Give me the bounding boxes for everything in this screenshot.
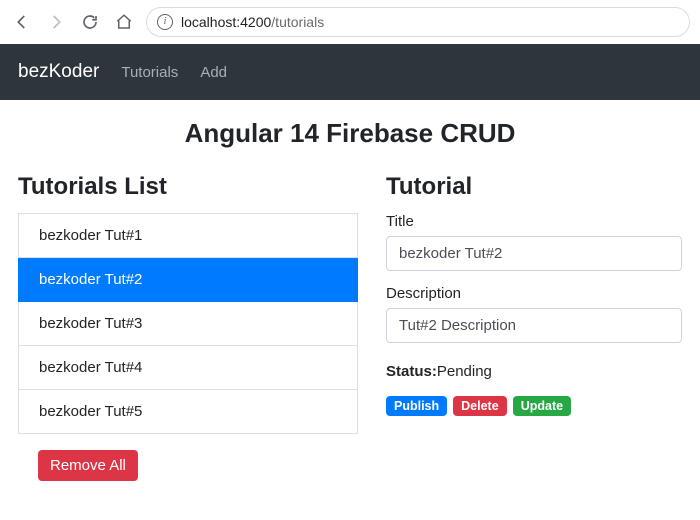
description-input[interactable] bbox=[386, 308, 682, 343]
remove-all-button[interactable]: Remove All bbox=[38, 450, 138, 481]
update-button[interactable]: Update bbox=[513, 396, 571, 416]
list-item[interactable]: bezkoder Tut#4 bbox=[18, 346, 358, 390]
url-host: localhost:4200 bbox=[181, 14, 271, 30]
list-item[interactable]: bezkoder Tut#2 bbox=[18, 258, 358, 302]
reload-button[interactable] bbox=[78, 10, 102, 34]
site-info-icon[interactable]: i bbox=[157, 14, 173, 30]
back-button[interactable] bbox=[10, 10, 34, 34]
status-value: Pending bbox=[437, 363, 492, 380]
url-text: localhost:4200/tutorials bbox=[181, 14, 324, 30]
tutorial-detail-section: Tutorial Title Description Status:Pendin… bbox=[386, 173, 682, 481]
tutorials-list-section: Tutorials List bezkoder Tut#1 bezkoder T… bbox=[18, 173, 358, 481]
nav-link-add[interactable]: Add bbox=[200, 64, 227, 81]
action-buttons: Publish Delete Update bbox=[386, 396, 682, 416]
url-path: /tutorials bbox=[271, 14, 324, 30]
brand-logo[interactable]: bezKoder bbox=[18, 61, 99, 83]
app-header: bezKoder Tutorials Add bbox=[0, 44, 700, 100]
status-label: Status: bbox=[386, 363, 437, 380]
description-label: Description bbox=[386, 285, 682, 302]
list-item[interactable]: bezkoder Tut#1 bbox=[18, 213, 358, 258]
publish-button[interactable]: Publish bbox=[386, 396, 447, 416]
address-bar[interactable]: i localhost:4200/tutorials bbox=[146, 7, 690, 37]
page-title: Angular 14 Firebase CRUD bbox=[0, 118, 700, 149]
forward-button[interactable] bbox=[44, 10, 68, 34]
title-input[interactable] bbox=[386, 236, 682, 271]
delete-button[interactable]: Delete bbox=[453, 396, 507, 416]
tutorials-list: bezkoder Tut#1 bezkoder Tut#2 bezkoder T… bbox=[18, 213, 358, 434]
browser-toolbar: i localhost:4200/tutorials bbox=[0, 0, 700, 44]
list-item[interactable]: bezkoder Tut#5 bbox=[18, 390, 358, 434]
home-button[interactable] bbox=[112, 10, 136, 34]
title-label: Title bbox=[386, 213, 682, 230]
list-item[interactable]: bezkoder Tut#3 bbox=[18, 302, 358, 346]
nav-link-tutorials[interactable]: Tutorials bbox=[121, 64, 178, 81]
tutorials-list-title: Tutorials List bbox=[18, 173, 358, 201]
status-line: Status:Pending bbox=[386, 363, 682, 380]
tutorial-detail-title: Tutorial bbox=[386, 173, 682, 201]
content: Tutorials List bezkoder Tut#1 bezkoder T… bbox=[0, 173, 700, 481]
